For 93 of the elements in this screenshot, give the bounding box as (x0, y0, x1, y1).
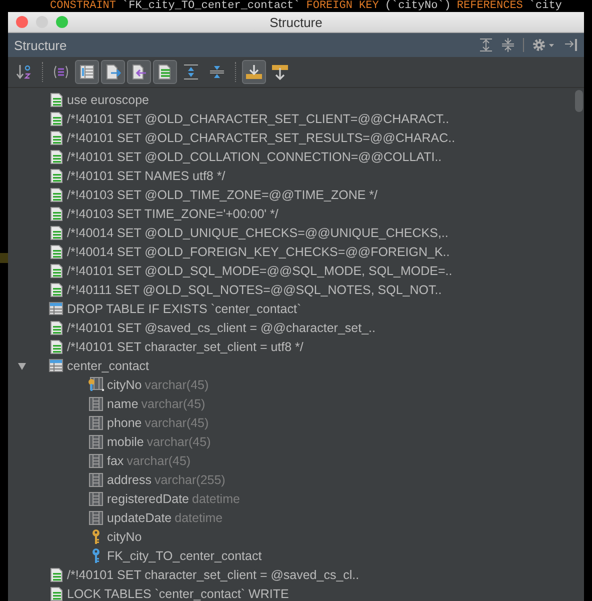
tree-item-label[interactable]: /*!40101 SET @OLD_CHARACTER_SET_RESULTS=@@CHARAC.. (67, 130, 456, 144)
import-icon (131, 64, 147, 80)
tree-item-label[interactable]: /*!40101 SET @saved_cs_client = @@character_set_.. (67, 320, 376, 334)
expand-all-icon[interactable] (479, 38, 493, 52)
export-icon (105, 64, 121, 80)
sql-statement-icon (50, 586, 62, 600)
column-icon (89, 396, 103, 410)
key-column-icon (88, 377, 104, 392)
column-type: varchar(45) (146, 434, 211, 448)
sql-statement-icon (50, 168, 62, 182)
code-text: FOREIGN KEY (306, 0, 379, 12)
tree-item-label[interactable]: phone (107, 416, 142, 430)
tree-item-label[interactable]: updateDate (107, 510, 172, 524)
tree-item-label[interactable]: /*!40111 SET @OLD_SQL_NOTES=@@SQL_NOTES, SQL_NOT.. (67, 282, 442, 296)
sql-statement-icon (50, 206, 62, 220)
column-type: varchar(45) (126, 454, 191, 468)
tree-item-label[interactable]: /*!40101 SET character_set_client = utf8 */ (67, 340, 304, 354)
key-icon (91, 548, 101, 563)
tree-item-label[interactable]: fax (107, 454, 124, 468)
settings-icon[interactable] (532, 38, 556, 52)
toolbar-button[interactable] (101, 60, 125, 84)
table-icon (49, 359, 63, 372)
tree-item-label[interactable]: DROP TABLE IF EXISTS `center_contact` (67, 302, 302, 316)
toolbar-button[interactable] (75, 60, 99, 84)
toolbar-button[interactable] (127, 60, 151, 84)
code-text: REFERENCES (456, 0, 523, 12)
sql-statement-icon (50, 282, 62, 296)
sql-statement-icon (50, 568, 62, 582)
column-type: varchar(45) (144, 378, 209, 392)
panel-title: Structure (14, 38, 68, 52)
code-text: CONSTRAINT (50, 0, 116, 12)
column-type: datetime (174, 510, 223, 524)
column-type: varchar(45) (144, 416, 209, 430)
tree-item-label[interactable]: /*!40101 SET @OLD_CHARACTER_SET_CLIENT=@@CHARACT.. (67, 112, 450, 126)
tree-item-label[interactable]: cityNo (107, 530, 142, 544)
window-title: Structure (270, 14, 322, 30)
code-text: `FK_city_TO_center_contact` (122, 0, 300, 12)
scrollbar-thumb[interactable] (575, 90, 583, 112)
column-type: varchar(255) (154, 472, 226, 486)
column-type: datetime (192, 492, 240, 506)
sql-statement-icon (50, 112, 62, 126)
tree-item-label[interactable]: use euroscope (67, 92, 150, 106)
sql-statement-icon (50, 244, 62, 258)
tree-item-label[interactable]: center_contact (67, 358, 149, 372)
tree-item-label[interactable]: /*!40014 SET @OLD_UNIQUE_CHECKS=@@UNIQUE_CHECKS,.. (67, 226, 448, 240)
sql-statement-icon (50, 188, 62, 202)
tree-item-label[interactable]: /*!40101 SET character_set_client = @saved_cs_cl.. (67, 568, 360, 582)
sql-statement-icon (50, 130, 62, 144)
collapse-all-icon[interactable] (501, 38, 515, 52)
tree-item-label[interactable]: address (107, 472, 152, 486)
autoscroll-from-source-icon (271, 64, 289, 80)
line-highlight (0, 253, 8, 263)
tree-item-label[interactable]: FK_city_TO_center_contact (107, 548, 262, 562)
tree-item-label[interactable]: /*!40103 SET @OLD_TIME_ZONE=@@TIME_ZONE */ (67, 188, 378, 202)
expanded-arrow-icon[interactable] (18, 362, 26, 370)
sort-alpha-icon (16, 64, 32, 80)
tree-item-label[interactable]: name (107, 396, 138, 410)
tree-item-label[interactable]: cityNo (107, 378, 142, 392)
document-list-icon (157, 64, 173, 80)
tree-item-label[interactable]: /*!40101 SET @OLD_SQL_MODE=@@SQL_MODE, SQL_MODE=.. (67, 264, 452, 278)
sql-statement-icon (50, 320, 62, 334)
column-icon (89, 492, 103, 506)
sql-statement-icon (50, 92, 62, 106)
column-icon (89, 454, 103, 468)
tree-item-label[interactable]: /*!40103 SET TIME_ZONE='+00:00' */ (67, 206, 278, 220)
autoscroll-to-source-icon (245, 64, 263, 80)
sql-statement-icon (50, 264, 62, 278)
toolbar-button[interactable] (153, 60, 177, 84)
tree-item-label[interactable]: LOCK TABLES `center_contact` WRITE (67, 586, 289, 600)
tree-item-label[interactable]: registeredDate (107, 492, 189, 506)
table-view-icon (79, 64, 95, 80)
fields-icon (53, 65, 69, 79)
key-icon (91, 529, 101, 544)
column-type: varchar(45) (141, 396, 206, 410)
expand-all-icon (183, 64, 199, 80)
tree-item-label[interactable]: /*!40014 SET @OLD_FOREIGN_KEY_CHECKS=@@FOREIGN_K.. (67, 244, 450, 258)
column-icon (89, 510, 103, 524)
toolbar-button[interactable] (242, 60, 266, 84)
column-icon (89, 416, 103, 430)
sql-statement-icon (50, 340, 62, 354)
tree-item-label[interactable]: /*!40101 SET NAMES utf8 */ (67, 168, 226, 182)
table-icon (49, 302, 63, 315)
code-text: (`cityNo`) (384, 0, 451, 12)
sql-statement-icon (50, 150, 62, 164)
collapse-all-icon (209, 64, 225, 80)
column-icon (89, 434, 103, 448)
hide-panel-icon[interactable] (564, 38, 578, 52)
tree-item-label[interactable]: /*!40101 SET @OLD_COLLATION_CONNECTION=@@COLLATI.. (67, 150, 442, 164)
code-text: `city (528, 0, 562, 12)
close-icon[interactable] (16, 16, 28, 28)
column-icon (89, 472, 103, 486)
sql-statement-icon (50, 226, 62, 240)
tree-item-label[interactable]: mobile (107, 434, 144, 448)
